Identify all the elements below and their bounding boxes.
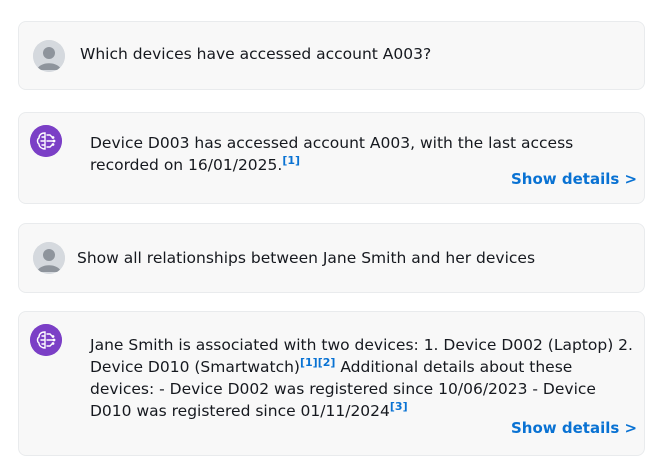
user-message-1: Which devices have accessed account A003…: [18, 21, 645, 90]
citation-link[interactable]: [1]: [300, 356, 318, 369]
citation-link[interactable]: [2]: [318, 356, 336, 369]
show-details-button[interactable]: Show details >: [511, 419, 637, 437]
user-message-text: Show all relationships between Jane Smit…: [77, 249, 536, 267]
user-avatar-icon: [33, 40, 65, 72]
user-message-text: Which devices have accessed account A003…: [80, 45, 432, 63]
brain-circuit-icon: [30, 125, 62, 157]
brain-circuit-icon: [30, 324, 62, 356]
user-message-2: Show all relationships between Jane Smit…: [18, 223, 645, 293]
assistant-message-2: Jane Smith is associated with two device…: [18, 311, 645, 456]
citation-link[interactable]: [1]: [282, 154, 300, 167]
assistant-message-1: Device D003 has accessed account A003, w…: [18, 112, 645, 204]
show-details-button[interactable]: Show details >: [511, 170, 637, 188]
assistant-message-text: Jane Smith is associated with two device…: [90, 336, 633, 420]
citation-link[interactable]: [3]: [390, 400, 408, 413]
user-avatar-icon: [33, 242, 65, 274]
